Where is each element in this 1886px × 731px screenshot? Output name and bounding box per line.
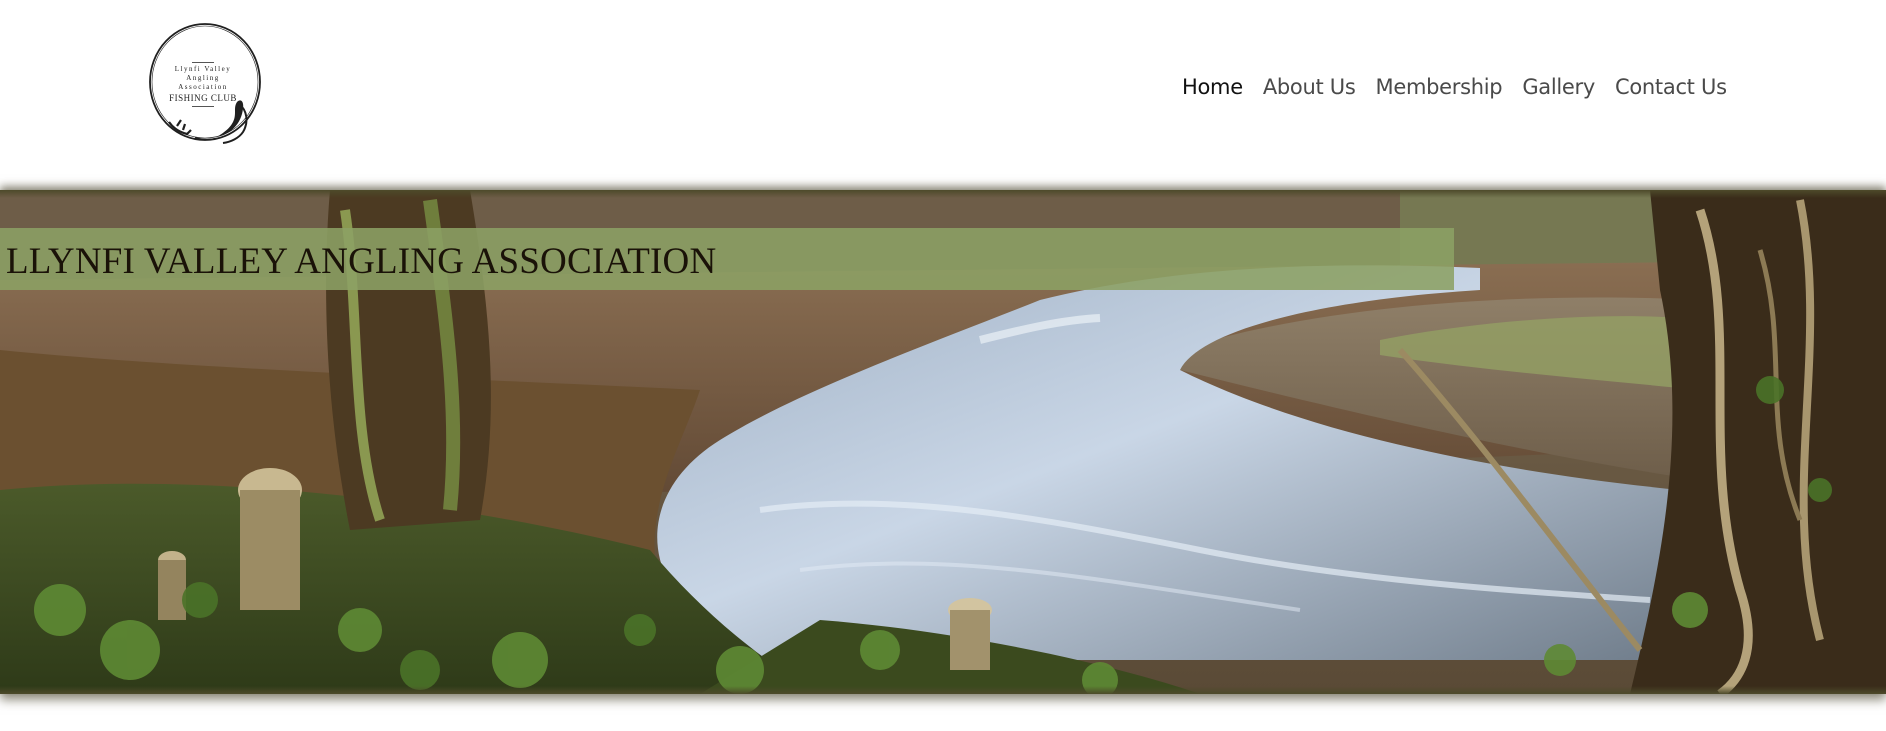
logo-line-3: Association bbox=[178, 83, 228, 91]
logo-line-4: FISHING CLUB bbox=[169, 93, 237, 103]
logo-line-1: Llynfi Valley bbox=[174, 65, 232, 73]
main-navigation: Home About Us Membership Gallery Contact… bbox=[1182, 70, 1727, 104]
hero-title-band: LLYNFI VALLEY ANGLING ASSOCIATION bbox=[0, 228, 1454, 290]
nav-link-membership[interactable]: Membership bbox=[1376, 75, 1503, 99]
club-logo[interactable]: Llynfi Valley Angling Association FISHIN… bbox=[147, 22, 263, 150]
nav-link-home[interactable]: Home bbox=[1182, 75, 1243, 99]
hero-title: LLYNFI VALLEY ANGLING ASSOCIATION bbox=[6, 241, 717, 282]
hero-banner: LLYNFI VALLEY ANGLING ASSOCIATION bbox=[0, 190, 1886, 694]
nav-link-gallery[interactable]: Gallery bbox=[1522, 75, 1595, 99]
nav-link-about-us[interactable]: About Us bbox=[1263, 75, 1356, 99]
site-header: Llynfi Valley Angling Association FISHIN… bbox=[0, 0, 1886, 190]
nav-link-contact-us[interactable]: Contact Us bbox=[1615, 75, 1727, 99]
logo-line-2: Angling bbox=[186, 74, 220, 82]
